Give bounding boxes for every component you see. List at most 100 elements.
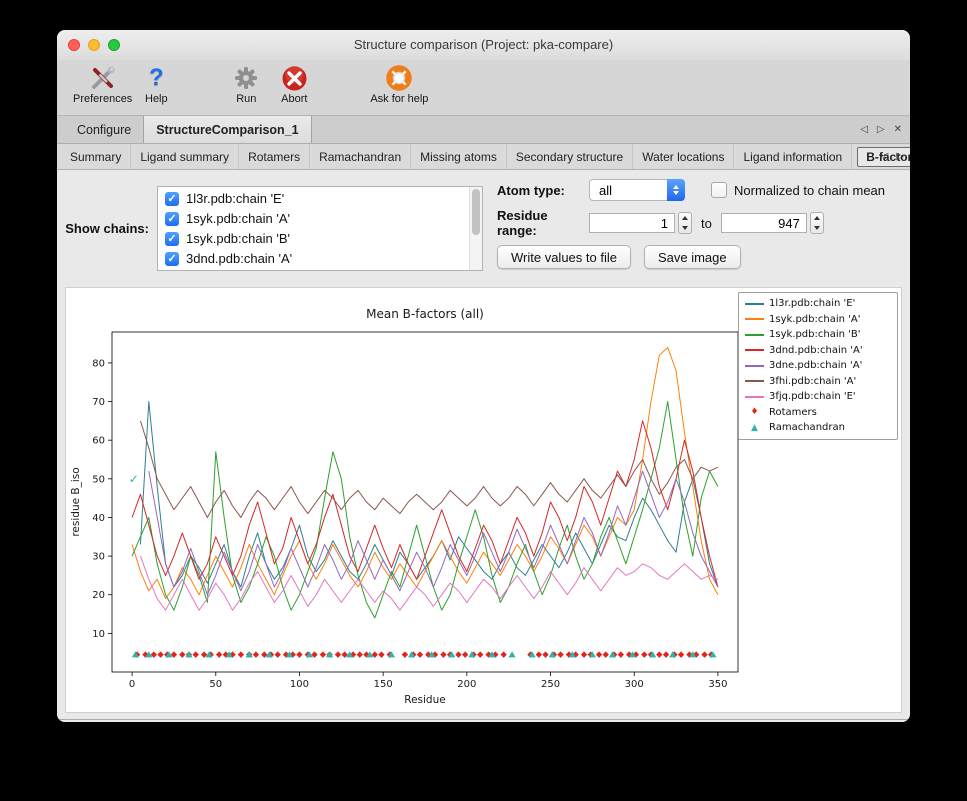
abort-icon: [281, 63, 308, 93]
tab-rotamers[interactable]: Rotamers: [239, 144, 310, 169]
minimize-window-button[interactable]: [88, 39, 100, 51]
svg-text:residue B_iso: residue B_iso: [70, 467, 82, 536]
legend-item: 3dne.pdb:chain 'A': [745, 358, 891, 374]
tab-ramachandran[interactable]: Ramachandran: [310, 144, 411, 169]
legend-item: 3fhi.pdb:chain 'A': [745, 374, 891, 390]
toolbar-item-label: Run: [236, 93, 256, 105]
tools-icon: [90, 63, 116, 93]
close-window-button[interactable]: [68, 39, 80, 51]
atom-type-select[interactable]: all: [589, 179, 685, 201]
svg-text:40: 40: [92, 513, 105, 524]
tab-summary[interactable]: Summary: [61, 144, 131, 169]
normalized-label: Normalized to chain mean: [734, 183, 885, 198]
traffic-lights: [68, 39, 120, 51]
list-item[interactable]: ✓ 3dnd.pdb:chain 'A': [158, 249, 482, 269]
to-label: to: [701, 216, 712, 231]
normalized-checkbox[interactable]: [711, 182, 727, 198]
save-image-button[interactable]: Save image: [644, 245, 741, 269]
tab-label: StructureComparison_1: [156, 123, 298, 137]
checkbox-checked-icon[interactable]: ✓: [165, 212, 179, 226]
tab-water-locations[interactable]: Water locations: [633, 144, 734, 169]
chart-area: 1020304050607080050100150200250300350Mea…: [57, 283, 910, 719]
tab-ligand-summary[interactable]: Ligand summary: [131, 144, 239, 169]
run-button[interactable]: Run: [222, 63, 270, 105]
chain-label: 3dnd.pdb:chain 'A': [186, 251, 292, 266]
legend-item: ♦Rotamers: [745, 405, 891, 421]
svg-text:Mean B-factors (all): Mean B-factors (all): [366, 307, 484, 321]
range-from-stepper[interactable]: [678, 212, 692, 234]
gear-icon: [233, 63, 259, 93]
checkbox-checked-icon[interactable]: ✓: [165, 232, 179, 246]
chain-label: 1syk.pdb:chain 'B': [186, 231, 290, 246]
tab-scroll-right-icon[interactable]: ▷: [877, 124, 885, 135]
write-values-button[interactable]: Write values to file: [497, 245, 631, 269]
tab-missing-atoms[interactable]: Missing atoms: [411, 144, 507, 169]
tab-configure[interactable]: Configure: [65, 116, 143, 143]
list-item[interactable]: ✓ 1syk.pdb:chain 'B': [158, 229, 482, 249]
toolbar: Preferences ? Help: [57, 60, 910, 116]
tab-label: Configure: [77, 123, 131, 137]
chain-list: ✓ 1l3r.pdb:chain 'E' ✓ 1syk.pdb:chain 'A…: [157, 186, 483, 271]
svg-text:350: 350: [708, 679, 727, 690]
residue-range-to-input[interactable]: [721, 213, 807, 233]
show-chains-label: Show chains:: [63, 221, 149, 236]
svg-text:70: 70: [92, 397, 105, 408]
tab-scroll-left-icon[interactable]: ◁: [860, 124, 868, 135]
window-title: Structure comparison (Project: pka-compa…: [57, 30, 910, 60]
legend-item: 3dnd.pdb:chain 'A': [745, 343, 891, 359]
report-tab-scroll-left-icon[interactable]: ◁: [881, 151, 889, 162]
atom-type-label: Atom type:: [497, 183, 589, 198]
svg-text:200: 200: [457, 679, 476, 690]
svg-text:50: 50: [92, 474, 105, 485]
svg-text:80: 80: [92, 358, 105, 369]
list-item[interactable]: ✓ 1syk.pdb:chain 'A': [158, 209, 482, 229]
toolbar-item-label: Ask for help: [370, 93, 428, 105]
ask-for-help-button[interactable]: Ask for help: [370, 63, 428, 105]
tab-secondary-structure[interactable]: Secondary structure: [507, 144, 633, 169]
legend-item: 1l3r.pdb:chain 'E': [745, 296, 891, 312]
svg-text:250: 250: [541, 679, 560, 690]
svg-text:60: 60: [92, 436, 105, 447]
svg-text:30: 30: [92, 552, 105, 563]
lifering-icon: [386, 63, 412, 93]
chart-legend: 1l3r.pdb:chain 'E'1syk.pdb:chain 'A'1syk…: [738, 292, 898, 440]
status-bar: Idle Project: pka-compare: [57, 719, 910, 722]
legend-item: ▲Ramachandran: [745, 420, 891, 436]
combo-arrows-icon: [667, 179, 685, 201]
abort-button[interactable]: Abort: [270, 63, 318, 105]
svg-text:100: 100: [290, 679, 309, 690]
report-tab-scroll-right-icon[interactable]: ▷: [896, 151, 904, 162]
toolbar-item-label: Preferences: [73, 93, 132, 105]
svg-text:300: 300: [625, 679, 644, 690]
tab-structurecomparison-1[interactable]: StructureComparison_1: [143, 116, 311, 143]
range-to-stepper[interactable]: [810, 212, 824, 234]
residue-range-label: Residue range:: [497, 208, 589, 238]
svg-text:20: 20: [92, 590, 105, 601]
svg-text:10: 10: [92, 629, 105, 640]
controls-panel: Show chains: ✓ 1l3r.pdb:chain 'E' ✓ 1syk…: [57, 170, 910, 283]
tab-close-icon[interactable]: ✕: [894, 124, 902, 135]
checkbox-checked-icon[interactable]: ✓: [165, 252, 179, 266]
report-tab-bar: Summary Ligand summary Rotamers Ramachan…: [57, 144, 910, 170]
residue-range-from-input[interactable]: [589, 213, 675, 233]
checkbox-checked-icon[interactable]: ✓: [165, 192, 179, 206]
chart-panel: 1020304050607080050100150200250300350Mea…: [65, 287, 902, 713]
app-window: Structure comparison (Project: pka-compa…: [57, 30, 910, 722]
tab-ligand-information[interactable]: Ligand information: [734, 144, 852, 169]
legend-item: 3fjq.pdb:chain 'E': [745, 389, 891, 405]
list-item[interactable]: ✓ 1l3r.pdb:chain 'E': [158, 189, 482, 209]
atom-type-value: all: [599, 183, 612, 198]
preferences-button[interactable]: Preferences: [73, 63, 132, 105]
svg-text:150: 150: [374, 679, 393, 690]
zoom-window-button[interactable]: [108, 39, 120, 51]
chain-label: 1l3r.pdb:chain 'E': [186, 191, 284, 206]
document-tab-bar: Configure StructureComparison_1 ◁ ▷ ✕: [57, 116, 910, 144]
question-icon: ?: [149, 63, 164, 93]
help-button[interactable]: ? Help: [132, 63, 180, 105]
legend-item: 1syk.pdb:chain 'A': [745, 312, 891, 328]
scrollbar-thumb[interactable]: [472, 189, 480, 235]
svg-text:✓: ✓: [129, 472, 139, 486]
titlebar: Structure comparison (Project: pka-compa…: [57, 30, 910, 60]
scrollbar[interactable]: [469, 187, 482, 270]
legend-item: 1syk.pdb:chain 'B': [745, 327, 891, 343]
